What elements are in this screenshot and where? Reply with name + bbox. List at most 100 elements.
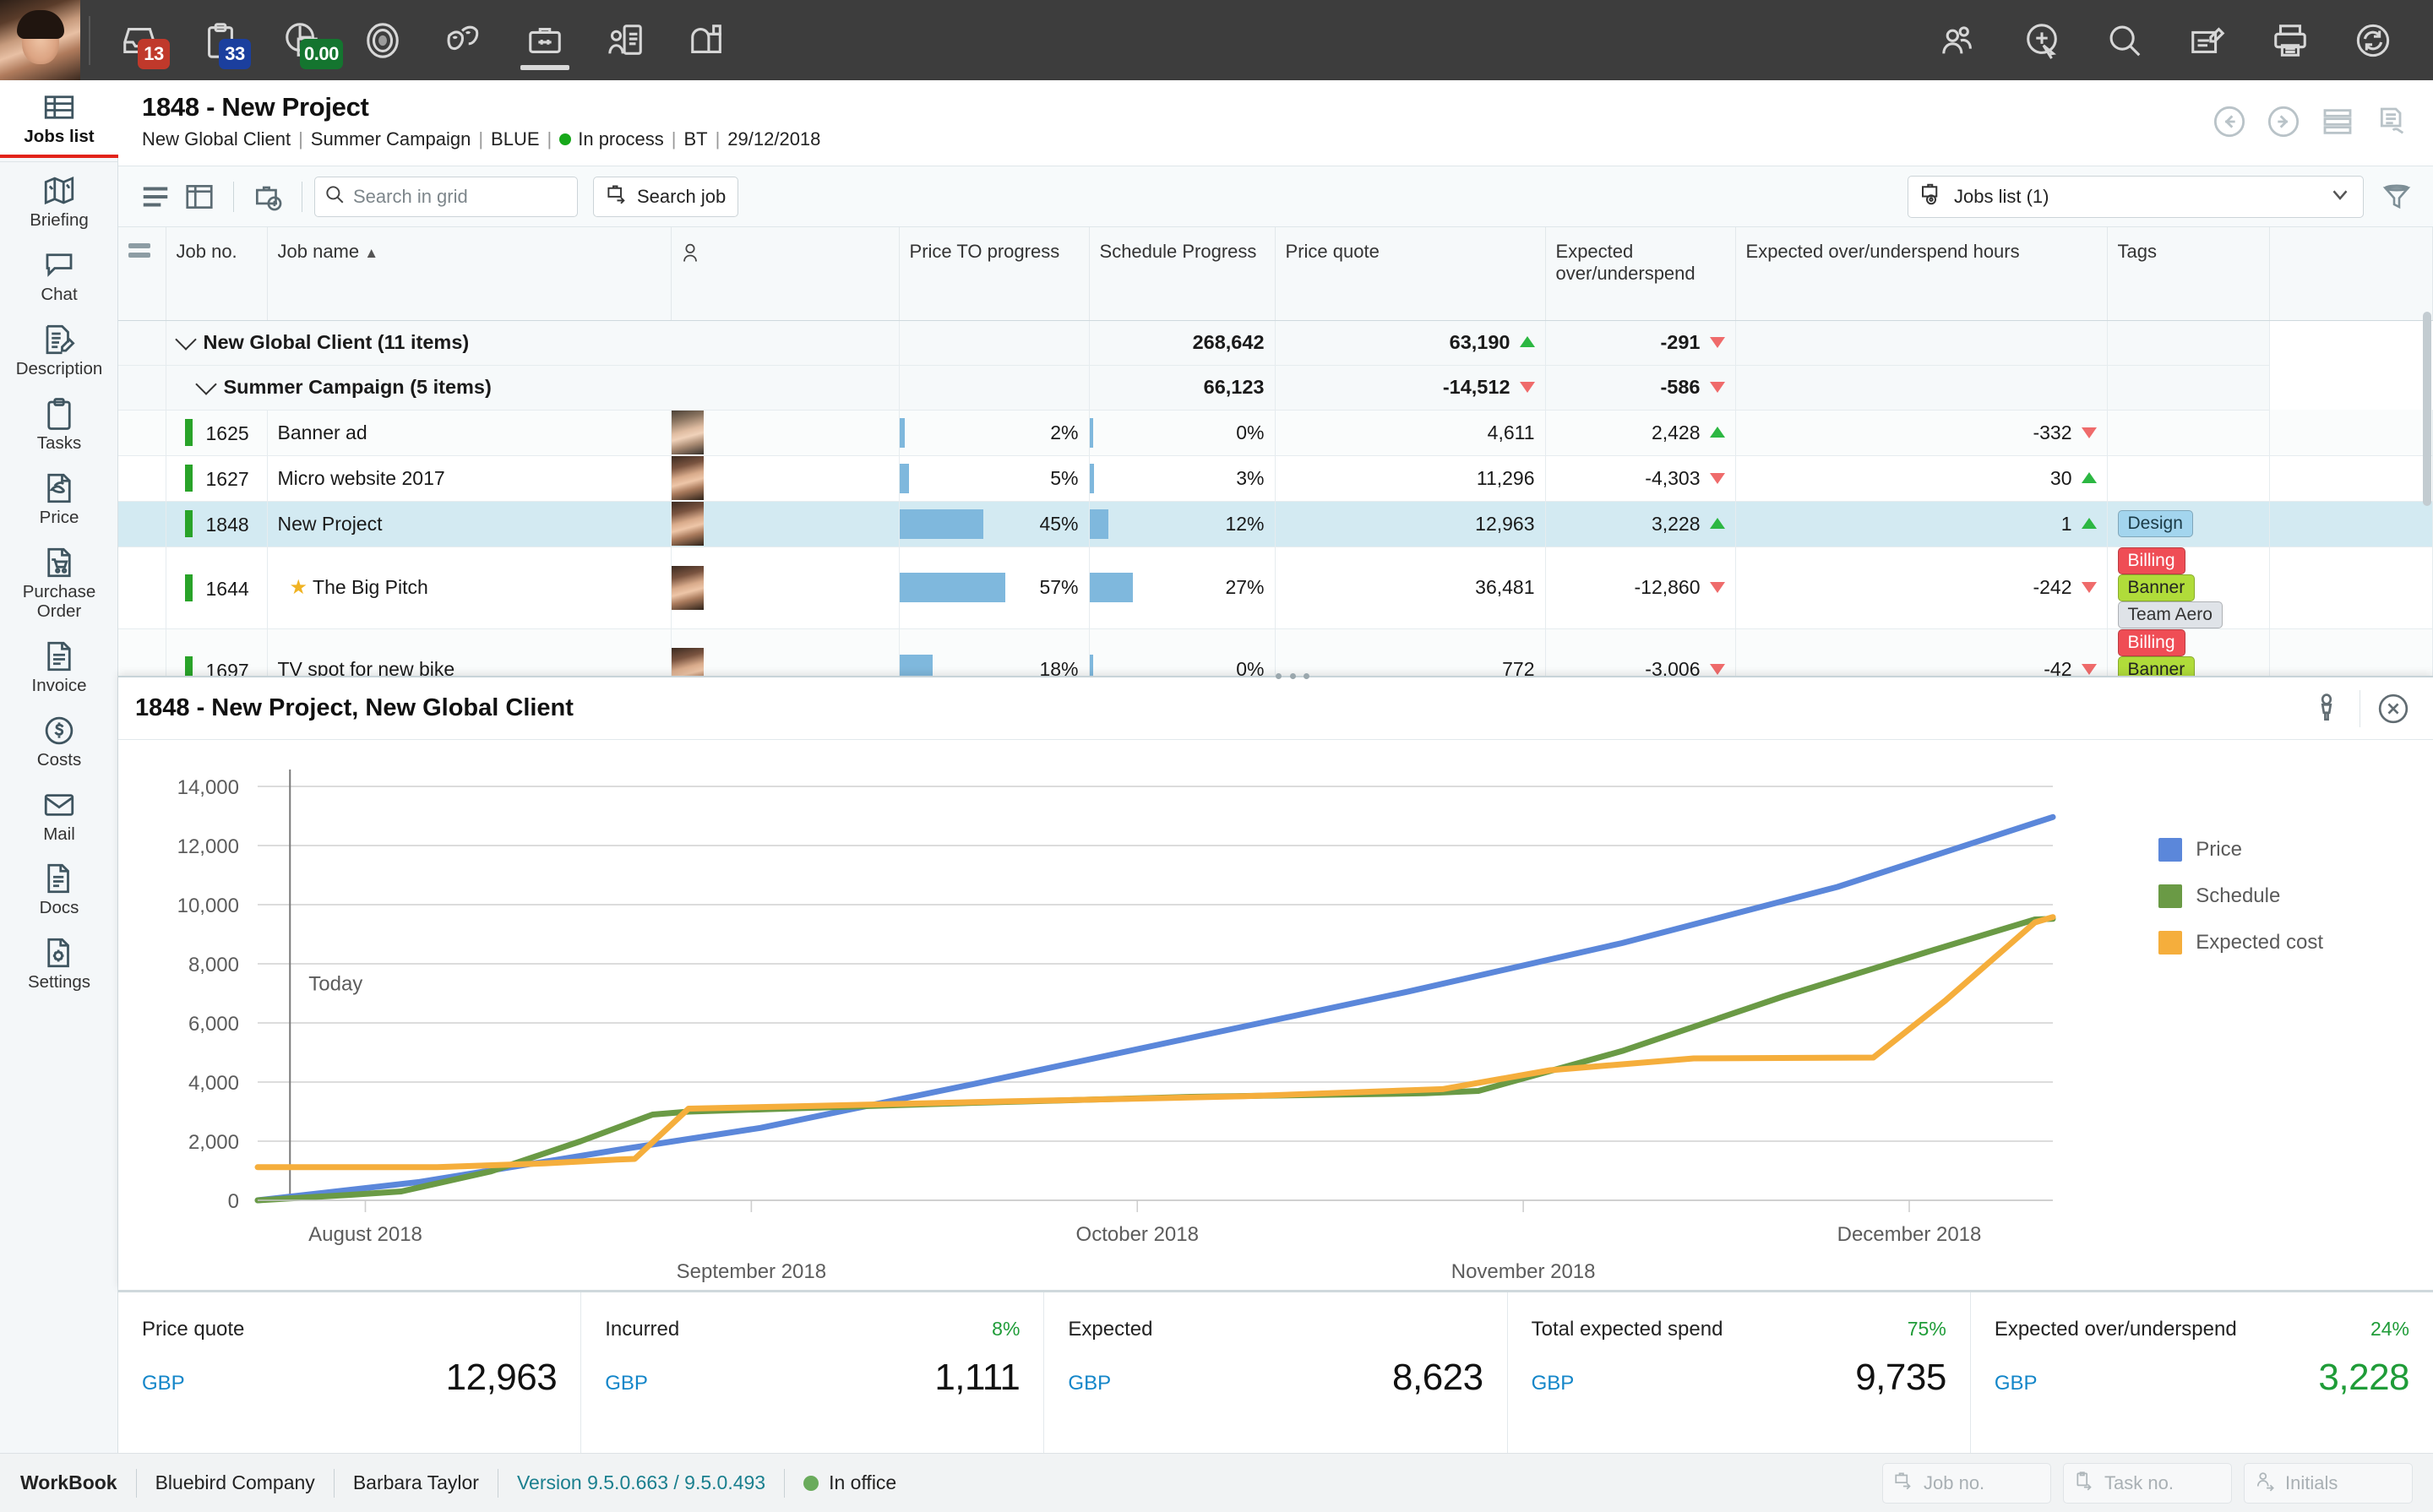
sidebar-item-jobs-list[interactable]: Jobs list [0,80,118,158]
add-cursor-icon[interactable] [2000,0,2083,80]
cell-assignee[interactable] [671,547,899,628]
sidebar-item-costs[interactable]: Costs [0,704,118,778]
row-handle[interactable] [118,501,166,547]
resource-clipboard-icon[interactable] [585,0,667,80]
tag[interactable]: Team Aero [2118,601,2223,628]
column-header-person[interactable] [671,227,899,320]
search-input[interactable]: Search in grid [314,177,578,217]
row-handle[interactable] [118,410,166,455]
panel-resize-handle[interactable] [1276,668,1309,683]
table-row[interactable]: 1625Banner ad2%0%4,6112,428-332 [118,410,2433,455]
chevron-down-icon[interactable] [175,329,196,350]
sidebar-item-label: Description [2,360,117,379]
print-chart-icon[interactable] [2304,686,2349,732]
presence-status[interactable]: In office [803,1471,896,1494]
quick-input-job-no-[interactable]: Job no. [1882,1463,2051,1504]
printer-icon[interactable] [2249,0,2332,80]
cell-assignee[interactable] [671,455,899,501]
tag[interactable]: Billing [2118,547,2185,574]
row-handle[interactable] [118,320,166,365]
progress-value: 0% [1090,658,1265,681]
mailbox-icon[interactable] [667,0,748,80]
sidebar-item-label: Tasks [2,434,117,454]
sidebar-item-docs[interactable]: Docs [0,851,118,926]
tag[interactable]: Banner [2118,574,2196,601]
table-row[interactable]: 1644★The Big Pitch57%27%36,481-12,860-24… [118,547,2433,628]
grid-row-handle-header[interactable] [118,227,166,320]
cell-assignee[interactable] [671,501,899,547]
column-header-price-to-progress[interactable]: Price TO progress [899,227,1089,320]
app-name: WorkBook [20,1471,117,1494]
group-label[interactable]: New Global Client (11 items) [166,320,899,365]
quick-input-task-no-[interactable]: Task no. [2063,1463,2232,1504]
close-icon[interactable] [2370,686,2416,732]
cell-assignee[interactable] [671,410,899,455]
cell-job-name: New Project [267,501,671,547]
group-label[interactable]: Summer Campaign (5 items) [166,365,899,410]
cell-tags [2107,455,2270,501]
document-hand-icon[interactable] [2367,97,2416,146]
clipboard-icon[interactable]: 33 [180,0,261,80]
sidebar-item-invoice[interactable]: Invoice [0,629,118,704]
progress-value: 3% [1090,467,1265,490]
search-job-button[interactable]: Search job [593,177,738,217]
column-header-price-quote[interactable]: Price quote [1275,227,1545,320]
column-header-expected-overspend-hours[interactable]: Expected over/underspend hours [1735,227,2107,320]
tag[interactable]: Billing [2118,629,2185,656]
sidebar-item-briefing[interactable]: Briefing [0,164,118,238]
grid-group-row[interactable]: Summer Campaign (5 items)66,123-14,512-5… [118,365,2433,410]
add-job-icon[interactable] [246,175,290,219]
target-icon[interactable] [342,0,423,80]
kpi-value: 8,623 [1392,1357,1483,1399]
column-header-schedule-progress[interactable]: Schedule Progress [1089,227,1275,320]
tag[interactable]: Design [2118,510,2193,537]
inbox-icon[interactable]: 13 [99,0,180,80]
sidebar-item-mail[interactable]: Mail [0,778,118,852]
row-handle[interactable] [118,547,166,628]
funnel-icon[interactable] [2376,176,2418,218]
forward-arrow-icon[interactable] [2259,97,2308,146]
sidebar-item-chat[interactable]: Chat [0,238,118,313]
grid-scrollbar[interactable] [2423,312,2431,506]
table-row[interactable]: 1848New Project45%12%12,9633,2281Design [118,501,2433,547]
sidebar-item-tasks[interactable]: Tasks [0,387,118,461]
sidebar-item-settings[interactable]: Settings [0,926,118,1000]
refresh-icon[interactable] [2332,0,2414,80]
avatar[interactable] [0,0,80,80]
legend-item[interactable]: Schedule [2158,884,2323,908]
progress-value: 27% [1090,576,1265,599]
sidebar-item-label: Invoice [2,677,117,696]
row-handle[interactable] [118,455,166,501]
chart-canvas[interactable]: 02,0004,0006,0008,00010,00012,00014,000A… [118,740,2433,1292]
version-link[interactable]: Version 9.5.0.663 / 9.5.0.493 [517,1471,765,1494]
people-icon[interactable] [1918,0,2000,80]
briefcase-icon[interactable] [504,0,585,80]
split-layout-icon[interactable] [177,175,221,219]
time-pie-icon[interactable]: 0.00 [261,0,342,80]
column-header-expected-overspend[interactable]: Expected over/underspend [1545,227,1735,320]
legend-item[interactable]: Price [2158,838,2323,862]
star-icon[interactable]: ★ [290,576,308,599]
search-icon[interactable] [2083,0,2166,80]
grid-group-row[interactable]: New Global Client (11 items)268,64263,19… [118,320,2433,365]
row-handle[interactable] [118,365,166,410]
layout-rows-icon[interactable] [2313,97,2362,146]
jobs-list-select[interactable]: Jobs list (1) [1908,176,2364,218]
sidebar-item-price[interactable]: Price [0,461,118,536]
sidebar-item-purchase-order[interactable]: Purchase Order [0,536,118,629]
hamburger-icon[interactable] [133,175,177,219]
quick-input-initials[interactable]: Initials [2244,1463,2413,1504]
edit-note-icon[interactable] [2166,0,2249,80]
masks-icon[interactable] [423,0,504,80]
chevron-down-icon[interactable] [195,373,216,394]
sidebar-item-description[interactable]: Description [0,313,118,387]
table-row[interactable]: 1627Micro website 20175%3%11,296-4,30330 [118,455,2433,501]
divider [233,182,234,212]
column-header-job-no[interactable]: Job no. [166,227,267,320]
column-header-job-name[interactable]: Job name ▲ [267,227,671,320]
back-arrow-icon[interactable] [2205,97,2254,146]
cell-spacer [2270,501,2433,547]
legend-item[interactable]: Expected cost [2158,931,2323,955]
column-header-tags[interactable]: Tags [2107,227,2270,320]
quick-input-placeholder: Initials [2285,1472,2338,1494]
